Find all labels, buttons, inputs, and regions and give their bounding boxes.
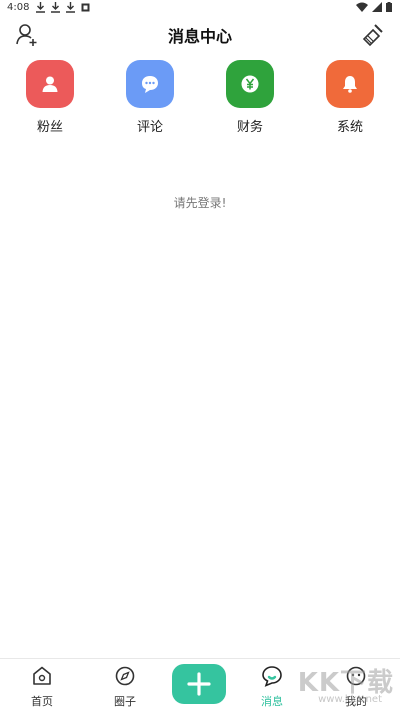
login-prompt[interactable]: 请先登录! [0, 194, 400, 211]
tab-label: 首页 [31, 695, 53, 708]
battery-icon [386, 2, 392, 12]
watermark-url: www.kkx.net [318, 694, 382, 705]
plus-icon [187, 672, 211, 696]
bell-icon [343, 76, 357, 93]
download-icon [66, 2, 75, 13]
signal-icon [372, 2, 382, 12]
tab-label: 消息 [261, 695, 283, 708]
category-label: 财务 [236, 120, 263, 135]
download-icon [51, 2, 60, 13]
chat-icon [262, 666, 282, 687]
status-system-icons [356, 2, 392, 12]
user-icon [42, 76, 58, 92]
finance-tile [226, 60, 274, 108]
clear-messages-button[interactable] [360, 22, 386, 48]
status-time: 4:08 [7, 2, 30, 13]
category-fans[interactable]: 粉丝 [15, 60, 85, 135]
home-icon [33, 666, 51, 685]
tab-circle[interactable]: 圈子 [95, 665, 155, 709]
fans-tile [26, 60, 74, 108]
header: 消息中心 [0, 18, 400, 52]
category-label: 评论 [136, 120, 163, 135]
comment-icon [142, 76, 158, 93]
broom-icon [362, 24, 383, 47]
tab-messages[interactable]: 消息 [242, 665, 302, 709]
compass-icon [115, 666, 135, 686]
tab-home[interactable]: 首页 [12, 665, 72, 709]
app-notification-icon [81, 3, 90, 12]
page-title: 消息中心 [167, 27, 232, 46]
category-label: 系统 [336, 120, 363, 135]
create-post-button[interactable] [172, 664, 226, 704]
message-categories: 粉丝 评论 财务 系统 [0, 60, 400, 140]
wifi-icon [356, 2, 368, 12]
system-tile [326, 60, 374, 108]
yen-icon [241, 75, 259, 93]
category-comments[interactable]: 评论 [115, 60, 185, 135]
category-system[interactable]: 系统 [315, 60, 385, 135]
comments-tile [126, 60, 174, 108]
category-label: 粉丝 [36, 120, 63, 135]
status-bar: 4:08 [0, 0, 400, 18]
download-icon [36, 2, 45, 13]
category-finance[interactable]: 财务 [215, 60, 285, 135]
status-notification-icons [36, 2, 90, 13]
tab-label: 圈子 [114, 695, 136, 708]
